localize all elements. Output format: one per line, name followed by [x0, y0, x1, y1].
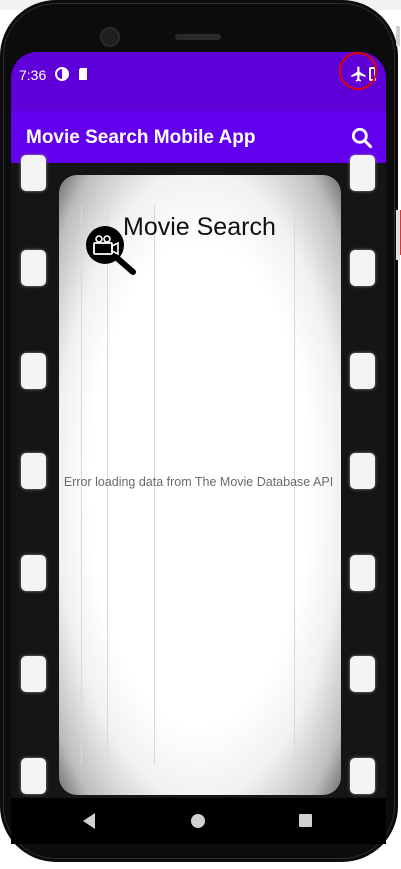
film-sprocket-hole: [350, 758, 375, 794]
power-button[interactable]: [396, 26, 400, 46]
volume-button[interactable]: [396, 210, 400, 260]
film-sprocket-hole: [350, 555, 375, 591]
film-sprocket-hole: [350, 353, 375, 389]
home-icon[interactable]: [191, 814, 205, 828]
status-bar: 7:36: [11, 52, 386, 111]
back-icon[interactable]: [83, 813, 95, 829]
annotation-circle: [335, 52, 381, 94]
film-sprocket-hole: [21, 155, 46, 191]
film-sprocket-hole: [21, 250, 46, 286]
error-message: Error loading data from The Movie Databa…: [63, 475, 334, 489]
search-icon[interactable]: [349, 125, 375, 151]
app-title: Movie Search Mobile App: [26, 127, 256, 148]
film-sprocket-hole: [21, 656, 46, 692]
earpiece-speaker: [175, 34, 221, 40]
phone-device: 7:36 Movie Search Mobile App Movie Searc…: [0, 0, 400, 866]
front-camera: [100, 27, 120, 47]
status-time: 7:36: [19, 67, 47, 83]
sd-card-icon: [79, 68, 87, 80]
data-saver-icon: [55, 67, 69, 81]
main-content: Movie Search Error loading data from The…: [11, 155, 386, 798]
film-sprocket-hole: [350, 155, 375, 191]
phone-screen: 7:36 Movie Search Mobile App Movie Searc…: [11, 52, 386, 798]
film-sprocket-hole: [21, 758, 46, 794]
system-nav-bar: [11, 798, 386, 844]
film-sprocket-hole: [21, 555, 46, 591]
recents-icon[interactable]: [299, 814, 312, 827]
page-headline: Movie Search: [123, 213, 276, 241]
app-bar: Movie Search Mobile App: [11, 111, 386, 163]
film-sprocket-hole: [21, 353, 46, 389]
film-sprocket-hole: [350, 250, 375, 286]
film-sprocket-hole: [350, 656, 375, 692]
